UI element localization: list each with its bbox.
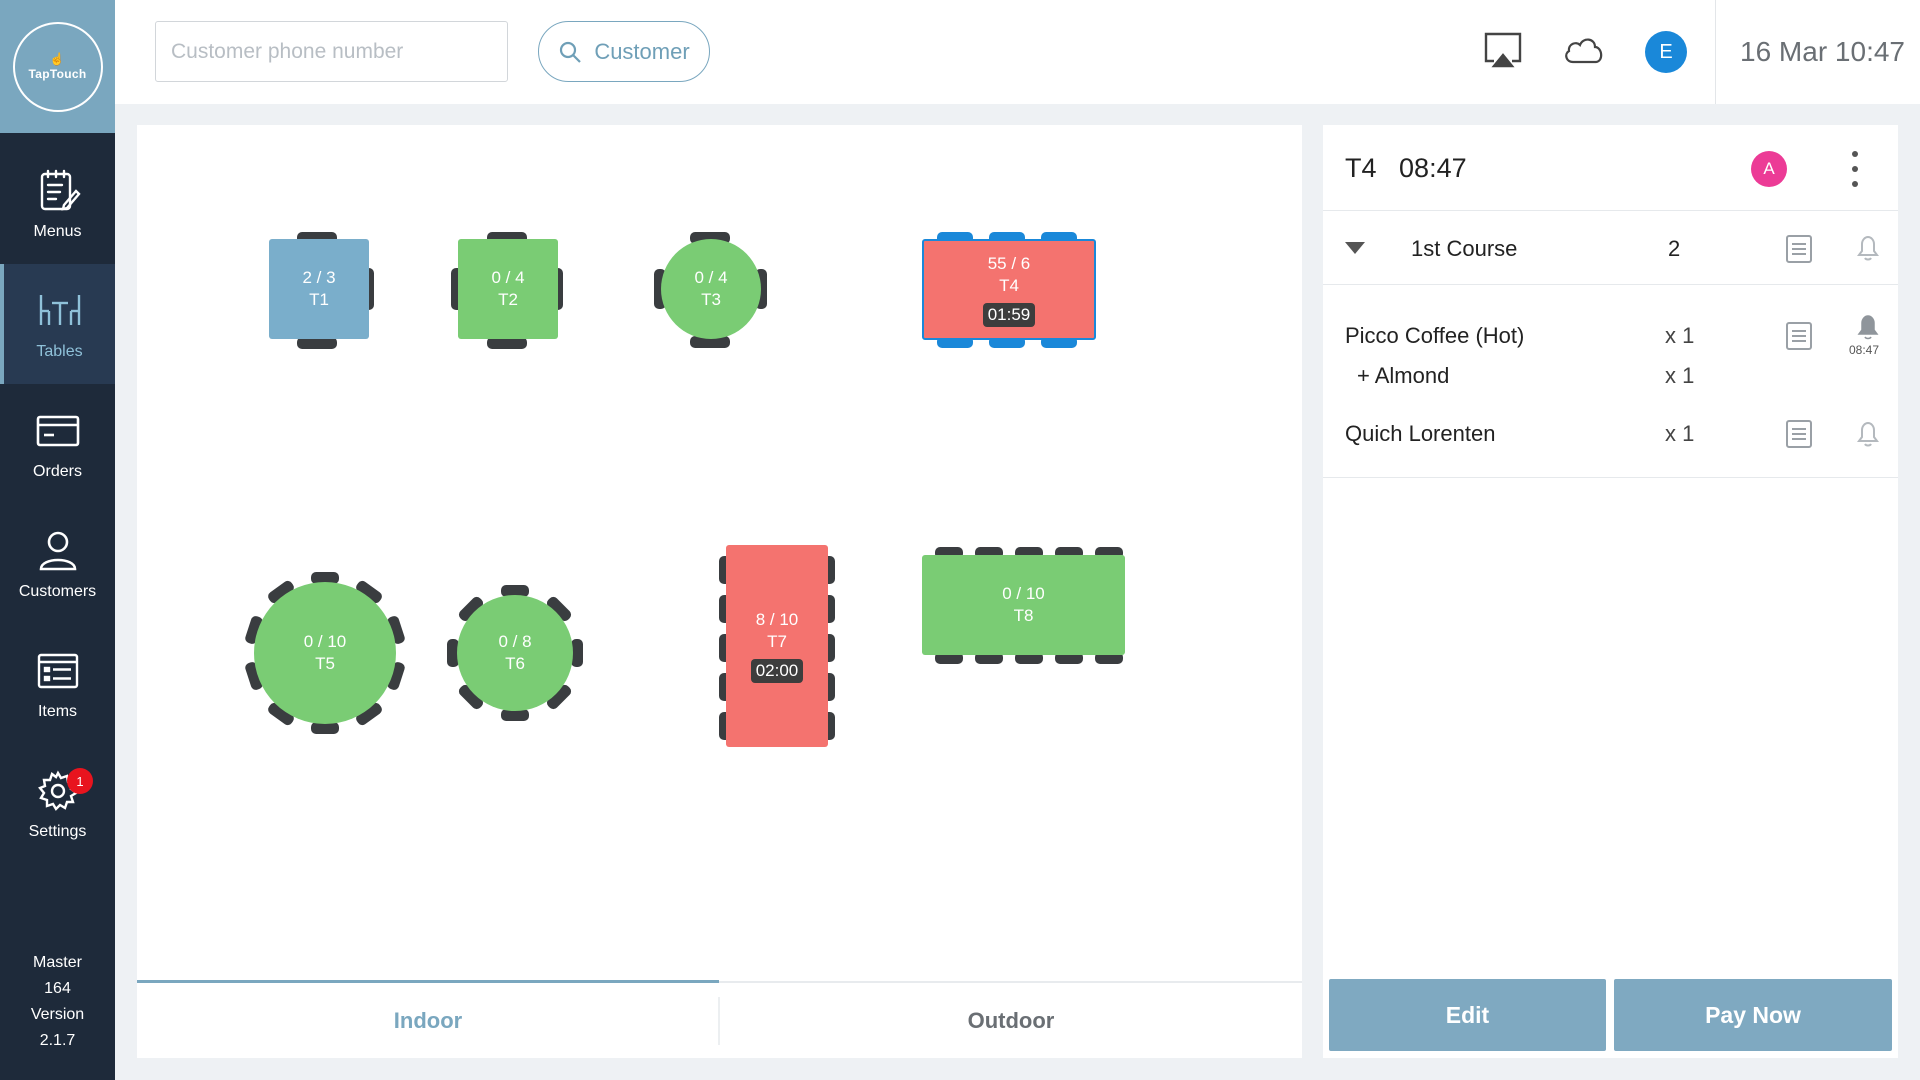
sidebar-label-orders: Orders: [33, 463, 82, 480]
course-count: 2: [1668, 236, 1681, 261]
order-item[interactable]: Picco Coffee (Hot) x 1 08:47: [1323, 315, 1898, 357]
cast-screen-icon[interactable]: [1482, 31, 1524, 69]
version-line-2: 164: [44, 980, 71, 997]
modifier-name: + Almond: [1357, 363, 1450, 388]
customer-phone-input[interactable]: [155, 21, 508, 82]
sidebar-item-menus[interactable]: Menus: [0, 144, 115, 264]
tab-outdoor[interactable]: Outdoor: [720, 983, 1302, 1058]
table-label: T7: [767, 632, 787, 651]
table-occupancy: 0 / 4: [491, 268, 525, 287]
note-icon[interactable]: [1785, 234, 1813, 264]
version-line-4: 2.1.7: [39, 1032, 76, 1049]
order-panel: T4 08:47 A 1st Course 2 Picco Coffee (Ho…: [1323, 125, 1898, 1058]
tab-indoor[interactable]: Indoor: [137, 983, 719, 1058]
current-datetime: 16 Mar 10:47: [1740, 36, 1905, 67]
order-time: 08:47: [1399, 153, 1467, 183]
order-table: T4: [1345, 153, 1377, 183]
sidebar: ☝ TapTouch Menus Tables Orders Customers: [0, 0, 115, 1080]
sidebar-label-menus: Menus: [33, 223, 82, 240]
floor-plan: 2 / 3 T1 0 / 4 T2 0 / 4 T3 55 / 6 T4 01:…: [137, 125, 1302, 1058]
table-label: T2: [498, 290, 518, 309]
staff-avatar[interactable]: A: [1751, 151, 1787, 187]
sidebar-item-tables[interactable]: Tables: [0, 264, 115, 384]
logo-area: ☝ TapTouch: [0, 0, 115, 133]
list-icon: [37, 653, 78, 689]
table-occupancy: 0 / 8: [498, 632, 532, 651]
table-label: T6: [505, 654, 525, 673]
table-occupancy: 0 / 10: [303, 632, 347, 651]
card-icon: [36, 415, 79, 447]
table-t1[interactable]: 2 / 3 T1: [269, 239, 369, 339]
bell-sent-time: 08:47: [1849, 343, 1880, 357]
sidebar-label-customers: Customers: [18, 583, 97, 600]
logo-text: TapTouch: [28, 66, 87, 81]
item-name: Quich Lorenten: [1345, 421, 1496, 446]
bell-icon-fired[interactable]: [1853, 311, 1883, 341]
table-t3[interactable]: 0 / 4 T3: [661, 239, 761, 339]
version-line-3: Version: [30, 1006, 85, 1023]
tables-icon: [39, 295, 80, 325]
table-occupancy: 0 / 4: [694, 268, 728, 287]
table-t4[interactable]: 55 / 6 T4 01:59: [922, 239, 1096, 340]
table-occupancy: 2 / 3: [302, 268, 336, 287]
table-timer: 02:00: [750, 659, 804, 683]
caret-down-icon[interactable]: [1345, 242, 1365, 254]
bell-icon[interactable]: [1853, 232, 1883, 262]
course-row[interactable]: 1st Course 2: [1323, 212, 1898, 285]
version-info: Master 164 Version 2.1.7: [0, 950, 115, 1054]
note-icon[interactable]: [1785, 321, 1813, 351]
sidebar-item-customers[interactable]: Customers: [0, 504, 115, 624]
bell-icon[interactable]: [1853, 418, 1883, 448]
table-label: T8: [1013, 606, 1034, 625]
item-quantity: x 1: [1665, 421, 1695, 446]
customer-search-button[interactable]: Customer: [538, 21, 710, 82]
pay-now-button[interactable]: Pay Now: [1614, 979, 1892, 1051]
table-occupancy: 0 / 10: [1002, 584, 1045, 603]
table-t6[interactable]: 0 / 8 T6: [457, 595, 573, 711]
table-t8[interactable]: 0 / 10 T8: [922, 555, 1125, 655]
order-item[interactable]: Quich Lorenten x 1: [1323, 415, 1898, 455]
customer-button-label: Customer: [594, 38, 690, 64]
item-name: Picco Coffee (Hot): [1345, 323, 1525, 348]
search-icon: [560, 41, 582, 63]
table-t7[interactable]: 8 / 10 T7 02:00: [726, 545, 828, 747]
table-occupancy: 55 / 6: [987, 253, 1031, 273]
order-item-modifier[interactable]: + Almond x 1: [1323, 357, 1898, 397]
modifier-quantity: x 1: [1665, 363, 1695, 388]
sidebar-item-orders[interactable]: Orders: [0, 384, 115, 504]
course-name: 1st Course: [1411, 236, 1518, 261]
header-divider: [1715, 0, 1716, 104]
version-line-1: Master: [33, 954, 82, 971]
items-divider: [1323, 477, 1898, 478]
table-timer: 01:59: [982, 302, 1036, 327]
table-t5[interactable]: 0 / 10 T5: [254, 582, 396, 724]
more-options-icon[interactable]: [1849, 151, 1861, 187]
table-label: T5: [315, 654, 335, 673]
table-label: T1: [309, 290, 329, 309]
edit-button[interactable]: Edit: [1329, 979, 1606, 1051]
logo-pointer-icon: ☝: [49, 51, 66, 66]
area-tabs: Indoor Outdoor: [137, 980, 1302, 1058]
cloud-sync-icon[interactable]: [1562, 34, 1606, 66]
user-avatar[interactable]: E: [1645, 31, 1687, 73]
sidebar-item-items[interactable]: Items: [0, 624, 115, 744]
sidebar-label-items: Items: [37, 703, 78, 720]
order-title: T4 08:47: [1345, 153, 1467, 184]
sidebar-label-settings: Settings: [28, 823, 87, 840]
top-header: Customer E 16 Mar 10:47: [115, 0, 1920, 104]
person-icon: [39, 531, 76, 571]
item-quantity: x 1: [1665, 323, 1695, 348]
taptouch-logo: ☝ TapTouch: [12, 21, 103, 112]
order-header: T4 08:47 A: [1323, 125, 1898, 211]
settings-notification-badge: 1: [67, 768, 93, 794]
note-icon[interactable]: [1785, 419, 1813, 449]
sidebar-item-settings[interactable]: 1 Settings: [0, 744, 115, 864]
table-t2[interactable]: 0 / 4 T2: [458, 239, 558, 339]
table-label: T4: [999, 275, 1019, 295]
sidebar-label-tables: Tables: [36, 343, 83, 360]
table-label: T3: [701, 290, 721, 309]
menu-notepad-icon: [40, 169, 81, 211]
table-occupancy: 8 / 10: [755, 610, 799, 629]
